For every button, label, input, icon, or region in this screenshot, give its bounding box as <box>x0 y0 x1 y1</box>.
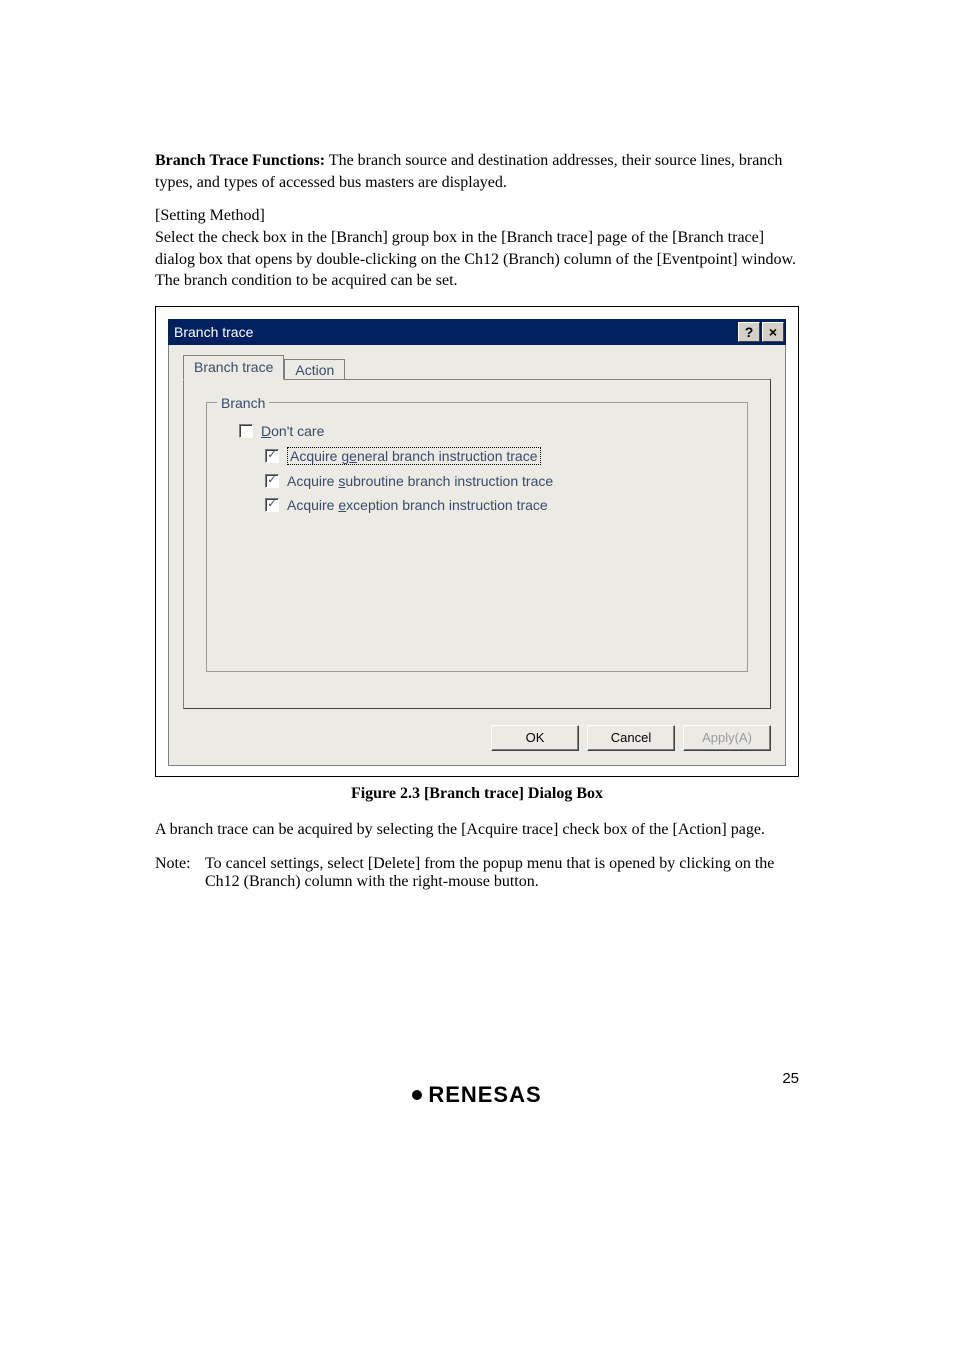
acquire-exception-checkbox[interactable]: ✓ <box>265 498 279 512</box>
intro-heading: Branch Trace Functions: <box>155 152 325 169</box>
check-icon: ✓ <box>267 499 276 510</box>
intro-paragraph: Branch Trace Functions: The branch sourc… <box>155 150 799 193</box>
ok-button-label: OK <box>526 730 545 745</box>
dont-care-row[interactable]: Don't care <box>239 423 729 439</box>
tab-branch-trace-label: Branch trace <box>194 359 273 375</box>
help-button[interactable]: ? <box>738 322 760 342</box>
figure-caption: Figure 2.3 [Branch trace] Dialog Box <box>155 785 799 803</box>
note-text: To cancel settings, select [Delete] from… <box>205 855 799 891</box>
dialog-title: Branch trace <box>174 324 253 340</box>
setting-method-label: [Setting Method] <box>155 207 799 225</box>
acquire-subroutine-row[interactable]: ✓ Acquire subroutine branch instruction … <box>265 473 729 489</box>
dialog-button-row: OK Cancel Apply(A) <box>183 725 771 751</box>
apply-button-label: Apply(A) <box>702 730 752 745</box>
apply-button: Apply(A) <box>683 725 771 751</box>
footer-brand: RENESAS <box>0 1082 954 1108</box>
dont-care-checkbox[interactable] <box>239 424 253 438</box>
dont-care-label: Don't care <box>261 423 324 439</box>
tab-strip: Branch trace Action <box>183 355 771 380</box>
check-icon: ✓ <box>267 475 276 486</box>
acquire-general-row[interactable]: ✓ Acquire general branch instruction tra… <box>265 447 729 465</box>
setting-method-text: Select the check box in the [Branch] gro… <box>155 227 799 292</box>
dialog-body: Branch trace Action Branch Don't care ✓ … <box>168 345 786 766</box>
branch-groupbox: Branch Don't care ✓ Acquire general bran… <box>206 402 748 672</box>
help-icon: ? <box>745 324 754 340</box>
renesas-dot-icon <box>412 1090 422 1100</box>
note-label: Note: <box>155 855 205 891</box>
renesas-logo-text: RENESAS <box>428 1082 541 1108</box>
cancel-button[interactable]: Cancel <box>587 725 675 751</box>
close-button[interactable]: × <box>762 322 784 342</box>
note-paragraph: Note: To cancel settings, select [Delete… <box>155 855 799 891</box>
tab-branch-trace[interactable]: Branch trace <box>183 355 284 380</box>
ok-button[interactable]: OK <box>491 725 579 751</box>
dialog-titlebar: Branch trace ? × <box>168 319 786 345</box>
check-icon: ✓ <box>267 450 276 461</box>
close-icon: × <box>769 324 777 340</box>
post-figure-text: A branch trace can be acquired by select… <box>155 819 799 841</box>
acquire-exception-row[interactable]: ✓ Acquire exception branch instruction t… <box>265 497 729 513</box>
branch-groupbox-legend: Branch <box>217 395 269 411</box>
acquire-subroutine-checkbox[interactable]: ✓ <box>265 474 279 488</box>
acquire-exception-label: Acquire exception branch instruction tra… <box>287 497 548 513</box>
tab-action-label: Action <box>295 362 334 378</box>
acquire-general-label: Acquire general branch instruction trace <box>287 447 541 465</box>
cancel-button-label: Cancel <box>611 730 651 745</box>
acquire-general-checkbox[interactable]: ✓ <box>265 449 279 463</box>
figure-frame: Branch trace ? × Branch trace Action Bra… <box>155 306 799 777</box>
acquire-subroutine-label: Acquire subroutine branch instruction tr… <box>287 473 553 489</box>
branch-trace-dialog: Branch trace ? × Branch trace Action Bra… <box>168 319 786 766</box>
tab-panel: Branch Don't care ✓ Acquire general bran… <box>183 379 771 709</box>
